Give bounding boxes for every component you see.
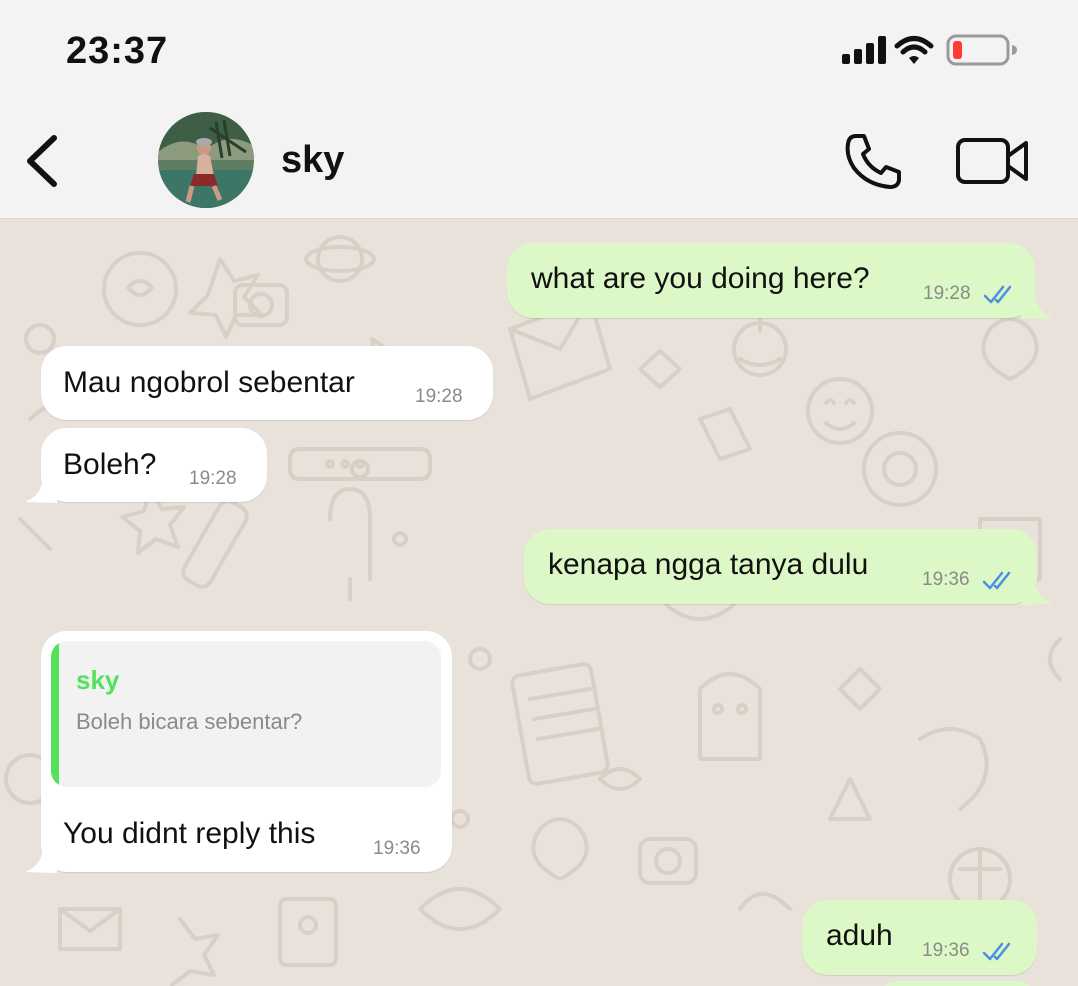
chevron-left-icon [27, 135, 57, 187]
back-button[interactable] [20, 130, 70, 192]
message-text: Boleh? [63, 448, 157, 481]
chat-screen: 23:37 sky what are you doing here? 19:28… [0, 0, 1078, 986]
phone-icon [845, 134, 901, 189]
video-call-button[interactable] [952, 134, 1034, 188]
message-time: 19:36 [922, 569, 970, 590]
video-camera-icon [956, 138, 1028, 184]
status-icons [842, 34, 1017, 66]
message-text: aduh [826, 919, 893, 952]
bubble-tail [1021, 577, 1053, 605]
wifi-icon [894, 36, 934, 64]
contact-name[interactable]: sky [281, 139, 344, 182]
message-text: what are you doing here? [531, 262, 870, 295]
quoted-message[interactable]: sky Boleh bicara sebentar? [51, 641, 441, 787]
message-bubble-outgoing[interactable]: kenapa ngga tanya dulu 19:36 [524, 529, 1053, 605]
message-bubble-incoming-reply[interactable]: sky Boleh bicara sebentar? You didnt rep… [25, 631, 452, 873]
quote-accent-bar [51, 641, 59, 787]
message-bubble-outgoing[interactable]: what are you doing here? 19:28 [507, 243, 1053, 319]
message-bubble-incoming[interactable]: Mau ngobrol sebentar 19:28 [41, 346, 493, 420]
quoted-text: Boleh bicara sebentar? [76, 709, 303, 734]
message-time: 19:36 [922, 940, 970, 961]
bubble-tail [1021, 291, 1053, 319]
message-text: Mau ngobrol sebentar [63, 366, 355, 399]
quoted-author: sky [76, 665, 120, 695]
message-bubble-incoming[interactable]: Boleh? 19:28 [25, 428, 267, 503]
message-time: 19:28 [923, 283, 971, 304]
message-time: 19:28 [415, 386, 463, 407]
message-text: You didnt reply this [63, 817, 316, 850]
message-bubble-outgoing-partial[interactable] [878, 981, 1037, 986]
contact-avatar[interactable] [158, 112, 254, 208]
battery-low-icon [946, 34, 1017, 66]
message-bubble-outgoing[interactable]: aduh 19:36 [802, 900, 1037, 975]
avatar-photo [158, 112, 254, 208]
message-time: 19:36 [373, 838, 421, 859]
read-ticks-icon [982, 942, 1011, 961]
read-ticks-icon [983, 285, 1012, 304]
chat-header: 23:37 sky [0, 0, 1078, 219]
bubble-tail [25, 475, 57, 503]
voice-call-button[interactable] [840, 130, 906, 192]
message-time: 19:28 [189, 468, 237, 489]
read-ticks-icon [982, 571, 1011, 590]
message-text: kenapa ngga tanya dulu [548, 548, 869, 581]
status-time: 23:37 [66, 30, 169, 72]
message-list[interactable]: what are you doing here? 19:28 Mau ngobr… [0, 219, 1078, 986]
cellular-signal-icon [842, 36, 886, 64]
bubble-tail [25, 845, 57, 873]
